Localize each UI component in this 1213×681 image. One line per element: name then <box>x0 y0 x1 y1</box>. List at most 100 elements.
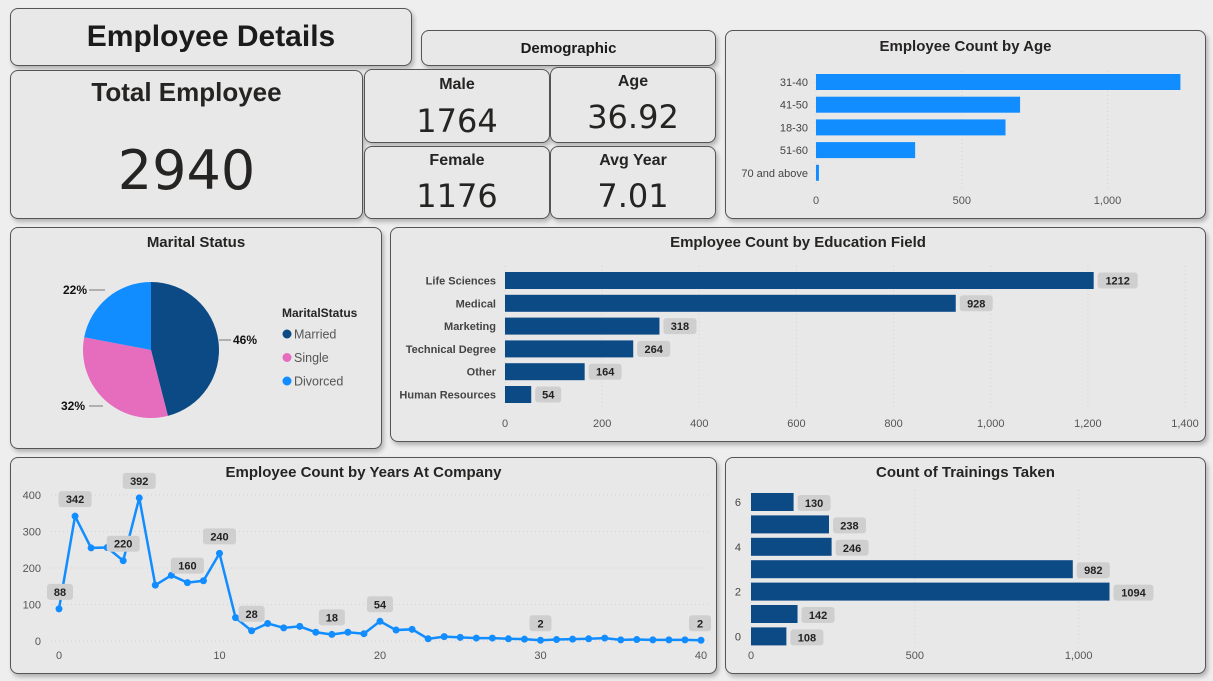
years-data-point <box>488 634 496 642</box>
legend-marker-divorced <box>282 376 292 386</box>
years-data-label: 18 <box>326 612 338 624</box>
years-data-label: 240 <box>210 531 228 543</box>
years-x-tick: 10 <box>213 650 225 662</box>
years-data-label: 28 <box>245 609 257 621</box>
years-y-tick: 300 <box>23 527 41 539</box>
years-data-point <box>440 633 448 641</box>
total-employee-value: 2940 <box>117 139 256 202</box>
trainings-data-label: 1094 <box>1121 588 1146 600</box>
education-data-label: 1212 <box>1105 276 1129 288</box>
education-category-label: Other <box>467 367 497 379</box>
trainings-data-label: 108 <box>798 632 816 644</box>
trainings-bar <box>751 537 832 556</box>
education-data-label: 54 <box>542 390 555 402</box>
pie-value-label: 46% <box>233 333 257 347</box>
years-data-point <box>617 636 625 644</box>
education-x-tick: 800 <box>884 418 902 430</box>
years-data-point <box>585 635 593 643</box>
education-x-tick: 1,000 <box>977 418 1005 430</box>
trainings-chart[interactable]: 0 500 1,000 6 130 238 4 246 982 2 1094 142 0 108 <box>726 458 1206 674</box>
years-data-point <box>135 494 143 502</box>
trainings-data-label: 246 <box>843 543 861 555</box>
trainings-data-label: 238 <box>840 520 858 532</box>
trainings-bar <box>751 605 798 623</box>
age-x-tick: 500 <box>953 195 971 207</box>
total-employee-card: Total Employee 2940 <box>10 70 363 219</box>
demographic-card: Demographic <box>421 30 716 66</box>
female-value: 1176 <box>416 177 498 215</box>
years-data-point <box>71 512 79 520</box>
years-data-point <box>55 605 63 613</box>
education-x-tick: 200 <box>593 418 611 430</box>
trainings-chart-card[interactable]: Count of Trainings Taken 0 500 1,000 6 130 23… <box>725 457 1206 674</box>
trainings-x-tick: 500 <box>906 650 924 662</box>
trainings-data-label: 982 <box>1084 565 1102 577</box>
education-category-label: Medical <box>456 298 496 310</box>
years-data-point <box>665 636 673 644</box>
age-category-label: 31-40 <box>780 77 808 89</box>
years-x-tick: 40 <box>695 650 707 662</box>
education-category-label: Marketing <box>444 321 496 333</box>
education-bar <box>505 272 1094 289</box>
education-chart-card[interactable]: Employee Count by Education Field 0 200 40… <box>390 227 1206 442</box>
education-x-tick: 400 <box>690 418 708 430</box>
trainings-data-label: 142 <box>809 610 827 622</box>
years-data-point <box>649 636 657 644</box>
years-line-chart[interactable]: 0 100 200 300 400 0 10 20 30 40 88 342 220 392 160 240 2… <box>11 458 717 674</box>
years-x-tick: 0 <box>56 650 62 662</box>
trainings-bar <box>751 582 1110 601</box>
age-category-label: 70 and above <box>741 168 808 180</box>
education-x-tick: 1,400 <box>1171 418 1199 430</box>
education-data-label: 164 <box>596 367 615 379</box>
years-data-point <box>569 635 577 643</box>
education-category-label: Human Resources <box>399 390 496 402</box>
years-y-tick: 0 <box>35 636 41 648</box>
years-data-point <box>553 636 561 644</box>
trainings-x-tick: 1,000 <box>1065 650 1093 662</box>
age-x-tick: 1,000 <box>1094 195 1122 207</box>
years-data-point <box>296 622 304 630</box>
age-card: Age 36.92 <box>550 67 716 143</box>
education-category-label: Life Sciences <box>426 276 496 288</box>
marital-chart-card[interactable]: Marital Status 46% 32% 22% MaritalStatus Mar… <box>10 227 382 449</box>
years-data-point <box>328 630 336 638</box>
trainings-bar <box>751 515 829 534</box>
years-y-tick: 200 <box>23 563 41 575</box>
age-chart-card[interactable]: Employee Count by Age 0 500 1,000 31-40 41-5… <box>725 30 1206 219</box>
years-data-point <box>681 636 689 644</box>
education-bar <box>505 363 585 381</box>
years-data-point <box>232 614 240 622</box>
years-data-label: 54 <box>374 599 387 611</box>
years-data-point <box>392 626 400 634</box>
years-data-point <box>312 628 320 636</box>
years-y-tick: 100 <box>23 600 41 612</box>
years-data-point <box>424 635 432 643</box>
female-label: Female <box>429 152 485 169</box>
years-data-point <box>408 625 416 633</box>
age-x-tick: 0 <box>813 195 819 207</box>
trainings-bar <box>751 627 787 646</box>
years-data-point <box>520 635 528 643</box>
years-data-point <box>633 636 641 644</box>
education-bar <box>505 317 660 335</box>
age-chart[interactable]: 0 500 1,000 31-40 41-50 18-30 51-60 70 and abov… <box>726 31 1206 219</box>
trainings-bar <box>751 493 794 511</box>
trainings-x-tick: 0 <box>748 650 754 662</box>
years-data-point <box>87 544 95 552</box>
years-data-label: 342 <box>66 494 84 506</box>
legend-item-divorced: Divorced <box>294 375 343 389</box>
age-label: Age <box>617 73 649 90</box>
years-data-point <box>216 549 223 557</box>
marital-pie-chart[interactable]: 46% 32% 22% MaritalStatus Married Single Divor… <box>11 228 382 449</box>
pie-legend-title: MaritalStatus <box>282 306 358 320</box>
education-data-label: 928 <box>967 298 985 310</box>
education-chart[interactable]: 0 200 400 600 800 1,000 1,200 1,400 Life Science… <box>391 228 1206 442</box>
education-data-label: 264 <box>645 344 664 356</box>
years-data-point <box>360 630 368 638</box>
trainings-data-label: 130 <box>805 498 823 510</box>
age-bar <box>816 142 916 159</box>
trainings-y-tick: 4 <box>735 542 741 554</box>
legend-item-single: Single <box>294 351 329 365</box>
years-chart-card[interactable]: Employee Count by Years At Company 0 100 2… <box>10 457 717 674</box>
years-data-point <box>119 557 127 565</box>
